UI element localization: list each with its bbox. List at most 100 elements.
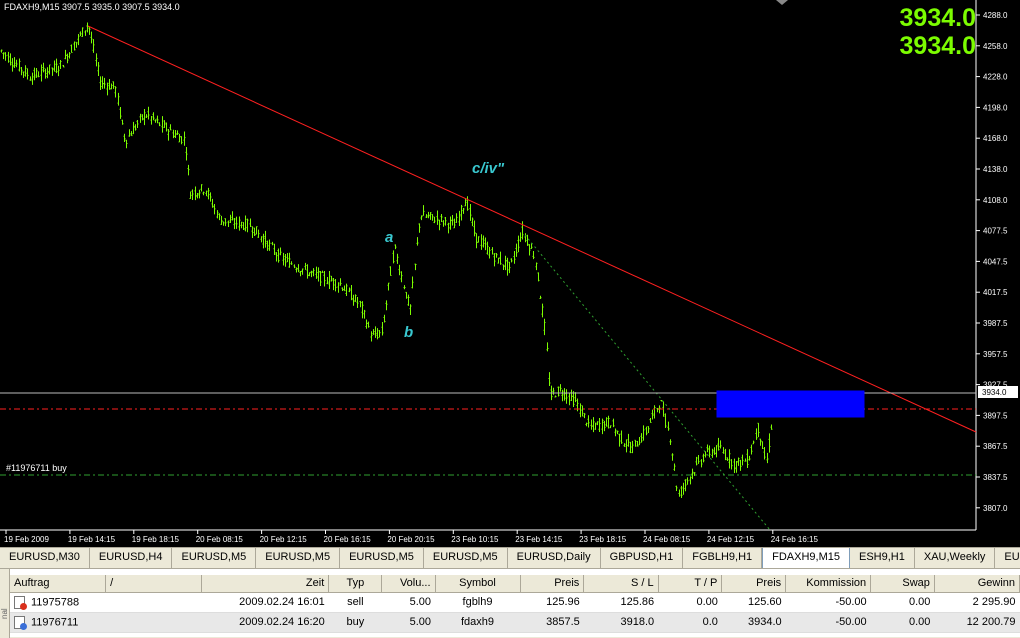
cell-swap: 0.00 xyxy=(870,592,935,613)
terminal-side-handle[interactable]: nal xyxy=(0,569,10,638)
time-tick-label: 20 Feb 16:15 xyxy=(324,535,372,544)
chart-canvas[interactable]: 4288.0 4258.0 4228.0 4198.0 4168.0 4138.0 4108… xyxy=(0,0,1020,547)
cell-price: 125.96 xyxy=(520,592,584,613)
price-tick-label: 3957.5 xyxy=(983,350,1008,359)
price-tick-label: 4228.0 xyxy=(983,73,1008,82)
price-tick-label: 4047.5 xyxy=(983,257,1008,266)
tab-eurusd-m5[interactable]: EURUSD,M5 xyxy=(256,548,341,568)
tab-eurusd-h4[interactable]: EURUSD,H4 xyxy=(90,548,173,568)
price-tick-label: 4198.0 xyxy=(983,103,1008,112)
time-tick-label: 23 Feb 10:15 xyxy=(451,535,499,544)
time-tick-label: 24 Feb 12:15 xyxy=(707,535,755,544)
price-chart[interactable]: 4288.0 4258.0 4228.0 4198.0 4168.0 4138.0 4108… xyxy=(0,0,1020,547)
price-tick-label: 3987.5 xyxy=(983,319,1008,328)
wave-label-b: b xyxy=(404,324,413,341)
col-header-5[interactable]: Symbol xyxy=(435,575,521,593)
chart-header: FDAXH9,M15 3907.5 3935.0 3907.5 3934.0 xyxy=(4,2,180,12)
scroll-marker-icon xyxy=(776,0,788,5)
time-tick-label: 24 Feb 08:15 xyxy=(643,535,691,544)
time-tick-label: 23 Feb 14:15 xyxy=(515,535,563,544)
price-tick-label: 4077.5 xyxy=(983,227,1008,236)
tab-gbpusd-h1[interactable]: GBPUSD,H1 xyxy=(601,548,684,568)
time-tick-label: 19 Feb 2009 xyxy=(4,535,49,544)
tab-xau-weekly[interactable]: XAU,Weekly xyxy=(915,548,996,568)
col-header-0[interactable]: Auftrag xyxy=(10,575,107,593)
cell-volume: 5.00 xyxy=(381,612,436,633)
order-id: 11976711 xyxy=(31,615,79,628)
bid-price-display: 3934.0 xyxy=(899,4,976,32)
cell-symbol: fdaxh9 xyxy=(435,612,521,633)
cell-tp: 0.00 xyxy=(658,592,722,613)
cell-cur: 3934.0 xyxy=(721,612,786,633)
price-tick-label: 3897.5 xyxy=(983,411,1008,420)
price-tick-label: 3807.0 xyxy=(983,504,1008,513)
tab-fgblh9-h1[interactable]: FGBLH9,H1 xyxy=(683,548,763,568)
cell-symbol: fgblh9 xyxy=(435,592,521,613)
tab-fdaxh9-m15[interactable]: FDAXH9,M15 xyxy=(762,548,850,569)
order-label: #11976711 buy xyxy=(6,463,67,473)
tab-eurusd-m5[interactable]: EURUSD,M5 xyxy=(172,548,257,568)
col-header-2[interactable]: Zeit xyxy=(201,575,330,593)
cell-sl: 125.86 xyxy=(583,592,659,613)
time-tick-label: 20 Feb 12:15 xyxy=(260,535,308,544)
resistance-trendline xyxy=(87,25,977,433)
time-tick-label: 19 Feb 18:15 xyxy=(132,535,180,544)
orders-header-row: Auftrag / Zeit Typ Volu... Symbol Preis S / LT … xyxy=(10,575,1020,593)
wave-label-civ: c/iv" xyxy=(472,160,505,177)
dotted-trendline xyxy=(524,234,771,531)
order-row[interactable]: 11976711 2009.02.24 16:20 buy 5.00 fdaxh9 385… xyxy=(10,612,1020,633)
col-header-6[interactable]: Preis xyxy=(520,575,585,593)
cell-type: sell xyxy=(328,592,382,613)
time-tick-label: 20 Feb 20:15 xyxy=(387,535,435,544)
cell-swap: 0.00 xyxy=(870,612,935,633)
tab-eurusd-daily[interactable]: EURUSD,Daily xyxy=(508,548,601,568)
time-tick-label: 23 Feb 18:15 xyxy=(579,535,627,544)
col-header-12[interactable]: Gewinn xyxy=(934,575,1020,593)
cell-profit: 12 200.79 xyxy=(934,612,1020,633)
price-tick-label: 4108.0 xyxy=(983,196,1008,205)
price-tick-label: 4017.5 xyxy=(983,288,1008,297)
col-header-11[interactable]: Swap xyxy=(870,575,935,593)
wave-label-a: a xyxy=(385,229,393,246)
col-header-8[interactable]: T / P xyxy=(658,575,723,593)
current-price-tag: 3934.0 xyxy=(982,388,1007,397)
cell-profit: 2 295.90 xyxy=(934,592,1020,613)
col-header-1[interactable]: / xyxy=(105,575,202,593)
tab-eurusd-m5[interactable]: EURUSD,M5 xyxy=(340,548,424,568)
col-header-7[interactable]: S / L xyxy=(583,575,659,593)
time-tick-label: 20 Feb 08:15 xyxy=(196,535,244,544)
cell-type: buy xyxy=(328,612,382,633)
price-tick-label: 3867.5 xyxy=(983,442,1008,451)
col-header-4[interactable]: Volu... xyxy=(381,575,436,593)
tab-esh9-h1[interactable]: ESH9,H1 xyxy=(850,548,915,568)
cell-sl: 3918.0 xyxy=(583,612,659,633)
terminal-side-label: nal xyxy=(0,608,9,619)
order-icon xyxy=(14,615,27,630)
col-header-3[interactable]: Typ xyxy=(328,575,383,593)
terminal-panel: nal Auftrag / Zeit Typ Volu... Symbol Preis S /… xyxy=(0,568,1020,638)
price-tick-label: 3837.5 xyxy=(983,473,1008,482)
price-tick-label: 4168.0 xyxy=(983,134,1008,143)
col-header-9[interactable]: Preis xyxy=(721,575,787,593)
orders-table: Auftrag / Zeit Typ Volu... Symbol Preis S / LT … xyxy=(10,575,1020,633)
cell-commission: -50.00 xyxy=(785,592,871,613)
cell-tp: 0.0 xyxy=(658,612,722,633)
zone-box xyxy=(716,390,865,418)
ask-price-display: 3934.0 xyxy=(899,32,976,60)
order-icon xyxy=(14,595,27,610)
order-row[interactable]: 11975788 2009.02.24 16:01 sell 5.00 fgblh9 12… xyxy=(10,592,1020,613)
time-tick-label: 19 Feb 14:15 xyxy=(68,535,116,544)
time-tick-label: 24 Feb 16:15 xyxy=(771,535,819,544)
cell-price: 3857.5 xyxy=(520,612,584,633)
cell-cur: 125.60 xyxy=(721,592,786,613)
cell-time: 2009.02.24 16:20 xyxy=(201,612,329,633)
tab-eurusd-m5[interactable]: EURUSD,M5 xyxy=(424,548,508,568)
tab-eu[interactable]: EU xyxy=(995,548,1020,568)
order-id: 11975788 xyxy=(31,595,80,608)
price-tick-label: 4288.0 xyxy=(983,11,1008,20)
tab-eurusd-m30[interactable]: EURUSD,M30 xyxy=(0,548,90,568)
col-header-10[interactable]: Kommission xyxy=(785,575,872,593)
price-tick-label: 4138.0 xyxy=(983,165,1008,174)
cell-commission: -50.00 xyxy=(785,612,871,633)
cell-time: 2009.02.24 16:01 xyxy=(201,592,329,613)
